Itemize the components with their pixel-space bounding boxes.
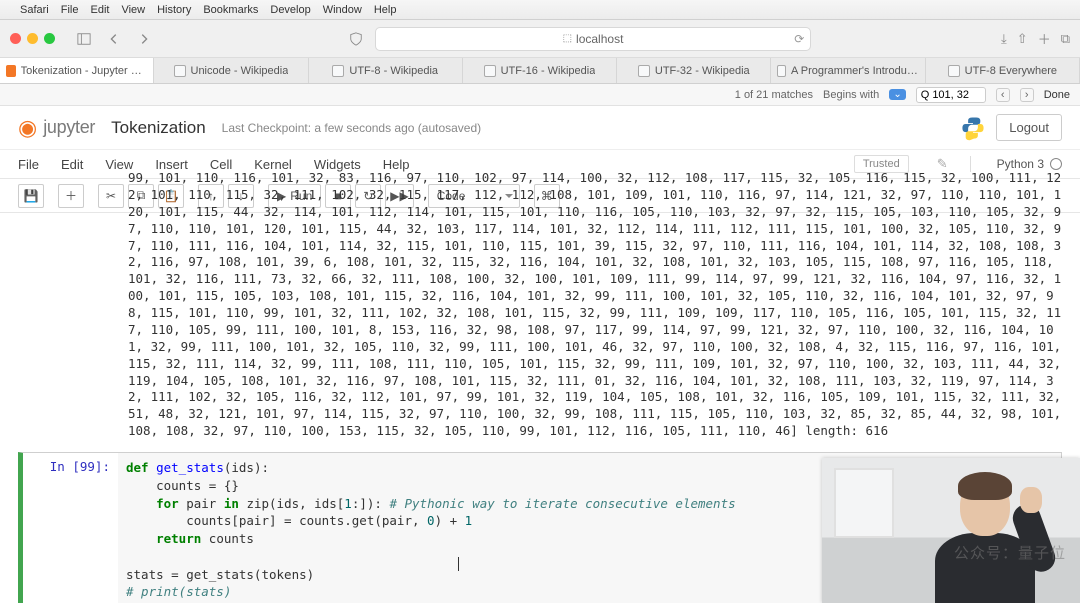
tab-label: Tokenization - Jupyter Notebook xyxy=(21,65,148,77)
shield-icon[interactable] xyxy=(345,28,367,50)
logout-button[interactable]: Logout xyxy=(996,114,1062,141)
minimize-window[interactable] xyxy=(27,33,38,44)
tab-utf8[interactable]: UTF-8 - Wikipedia xyxy=(309,58,463,83)
reload-icon[interactable]: ⟳ xyxy=(794,32,804,46)
tab-label: UTF-8 Everywhere xyxy=(965,65,1057,77)
tab-label: UTF-32 - Wikipedia xyxy=(655,65,750,77)
menu-safari[interactable]: Safari xyxy=(20,4,49,16)
kernel-name[interactable]: Python 3 xyxy=(997,157,1062,171)
favicon-wikipedia-icon xyxy=(332,65,344,77)
sidebar-icon[interactable] xyxy=(73,28,95,50)
kernel-label: Python 3 xyxy=(997,157,1044,171)
share-icon[interactable]: ⇧ xyxy=(1017,31,1028,47)
tabs-icon[interactable]: ⧉ xyxy=(1061,31,1070,47)
tab-utf16[interactable]: UTF-16 - Wikipedia xyxy=(463,58,617,83)
jupyter-brand: jupyter xyxy=(43,117,95,138)
favicon-jupyter-icon xyxy=(6,65,16,77)
window-controls xyxy=(10,33,55,44)
notebook-title[interactable]: Tokenization xyxy=(111,118,206,138)
kernel-indicator-icon xyxy=(1050,158,1062,170)
new-tab-icon[interactable]: ＋ xyxy=(1038,29,1051,48)
watermark-text: 公众号：量子位 xyxy=(954,542,1066,563)
menu-file[interactable]: File xyxy=(61,4,79,16)
favicon-icon xyxy=(948,65,960,77)
maximize-window[interactable] xyxy=(44,33,55,44)
find-done[interactable]: Done xyxy=(1044,89,1070,101)
find-prev[interactable]: ‹ xyxy=(996,88,1010,102)
tab-label: Unicode - Wikipedia xyxy=(191,65,289,77)
favicon-wikipedia-icon xyxy=(174,65,186,77)
tab-programmers-intro[interactable]: A Programmer's Introduction to Unico… xyxy=(771,58,925,83)
find-begins-label: Begins with xyxy=(823,89,879,101)
presenter xyxy=(930,468,1040,603)
menu-develop[interactable]: Develop xyxy=(270,4,310,16)
checkpoint-status: Last Checkpoint: a few seconds ago (auto… xyxy=(222,121,482,135)
find-matches: 1 of 21 matches xyxy=(735,89,813,101)
find-next[interactable]: › xyxy=(1020,88,1034,102)
macos-menubar: Safari File Edit View History Bookmarks … xyxy=(0,0,1080,20)
back-button[interactable] xyxy=(103,28,125,50)
tab-label: UTF-16 - Wikipedia xyxy=(501,65,596,77)
jupyter-header: ◉ jupyter Tokenization Last Checkpoint: … xyxy=(0,106,1080,149)
menu-window[interactable]: Window xyxy=(323,4,362,16)
menu-bookmarks[interactable]: Bookmarks xyxy=(203,4,258,16)
tab-utf8-everywhere[interactable]: UTF-8 Everywhere xyxy=(926,58,1080,83)
webcam-overlay xyxy=(822,458,1080,603)
favicon-icon xyxy=(777,65,786,77)
jupyter-mark-icon: ◉ xyxy=(18,115,37,141)
menu-help[interactable]: Help xyxy=(374,4,397,16)
tab-label: A Programmer's Introduction to Unico… xyxy=(791,65,919,77)
menu-edit[interactable]: Edit xyxy=(90,4,109,16)
tab-unicode[interactable]: Unicode - Wikipedia xyxy=(154,58,308,83)
text-cursor xyxy=(458,557,459,571)
address-bar[interactable]: ⬚ localhost ⟳ xyxy=(375,27,811,51)
input-prompt: In [99]: xyxy=(23,453,118,603)
tab-label: UTF-8 - Wikipedia xyxy=(349,65,438,77)
tab-utf32[interactable]: UTF-32 - Wikipedia xyxy=(617,58,771,83)
find-bar: 1 of 21 matches Begins with ⌄ ‹ › Done xyxy=(0,84,1080,106)
browser-toolbar: ⬚ localhost ⟳ ⤓ ⇧ ＋ ⧉ xyxy=(0,20,1080,58)
address-text: localhost xyxy=(576,32,623,46)
browser-right-actions: ⤓ ⇧ ＋ ⧉ xyxy=(1001,29,1070,48)
find-input[interactable] xyxy=(916,87,986,103)
find-mode-toggle[interactable]: ⌄ xyxy=(889,89,905,100)
lock-icon: ⬚ xyxy=(563,33,572,44)
browser-tabstrip: Tokenization - Jupyter Notebook Unicode … xyxy=(0,58,1080,84)
previous-cell-output: 99, 101, 110, 116, 101, 32, 83, 116, 97,… xyxy=(18,170,1062,440)
menu-history[interactable]: History xyxy=(157,4,191,16)
jupyter-logo[interactable]: ◉ jupyter xyxy=(18,115,95,141)
favicon-wikipedia-icon xyxy=(484,65,496,77)
forward-button[interactable] xyxy=(133,28,155,50)
menu-view[interactable]: View xyxy=(121,4,145,16)
close-window[interactable] xyxy=(10,33,21,44)
tab-jupyter[interactable]: Tokenization - Jupyter Notebook xyxy=(0,58,154,83)
download-icon[interactable]: ⤓ xyxy=(1001,31,1007,47)
python-logo-icon xyxy=(960,115,986,141)
favicon-wikipedia-icon xyxy=(638,65,650,77)
